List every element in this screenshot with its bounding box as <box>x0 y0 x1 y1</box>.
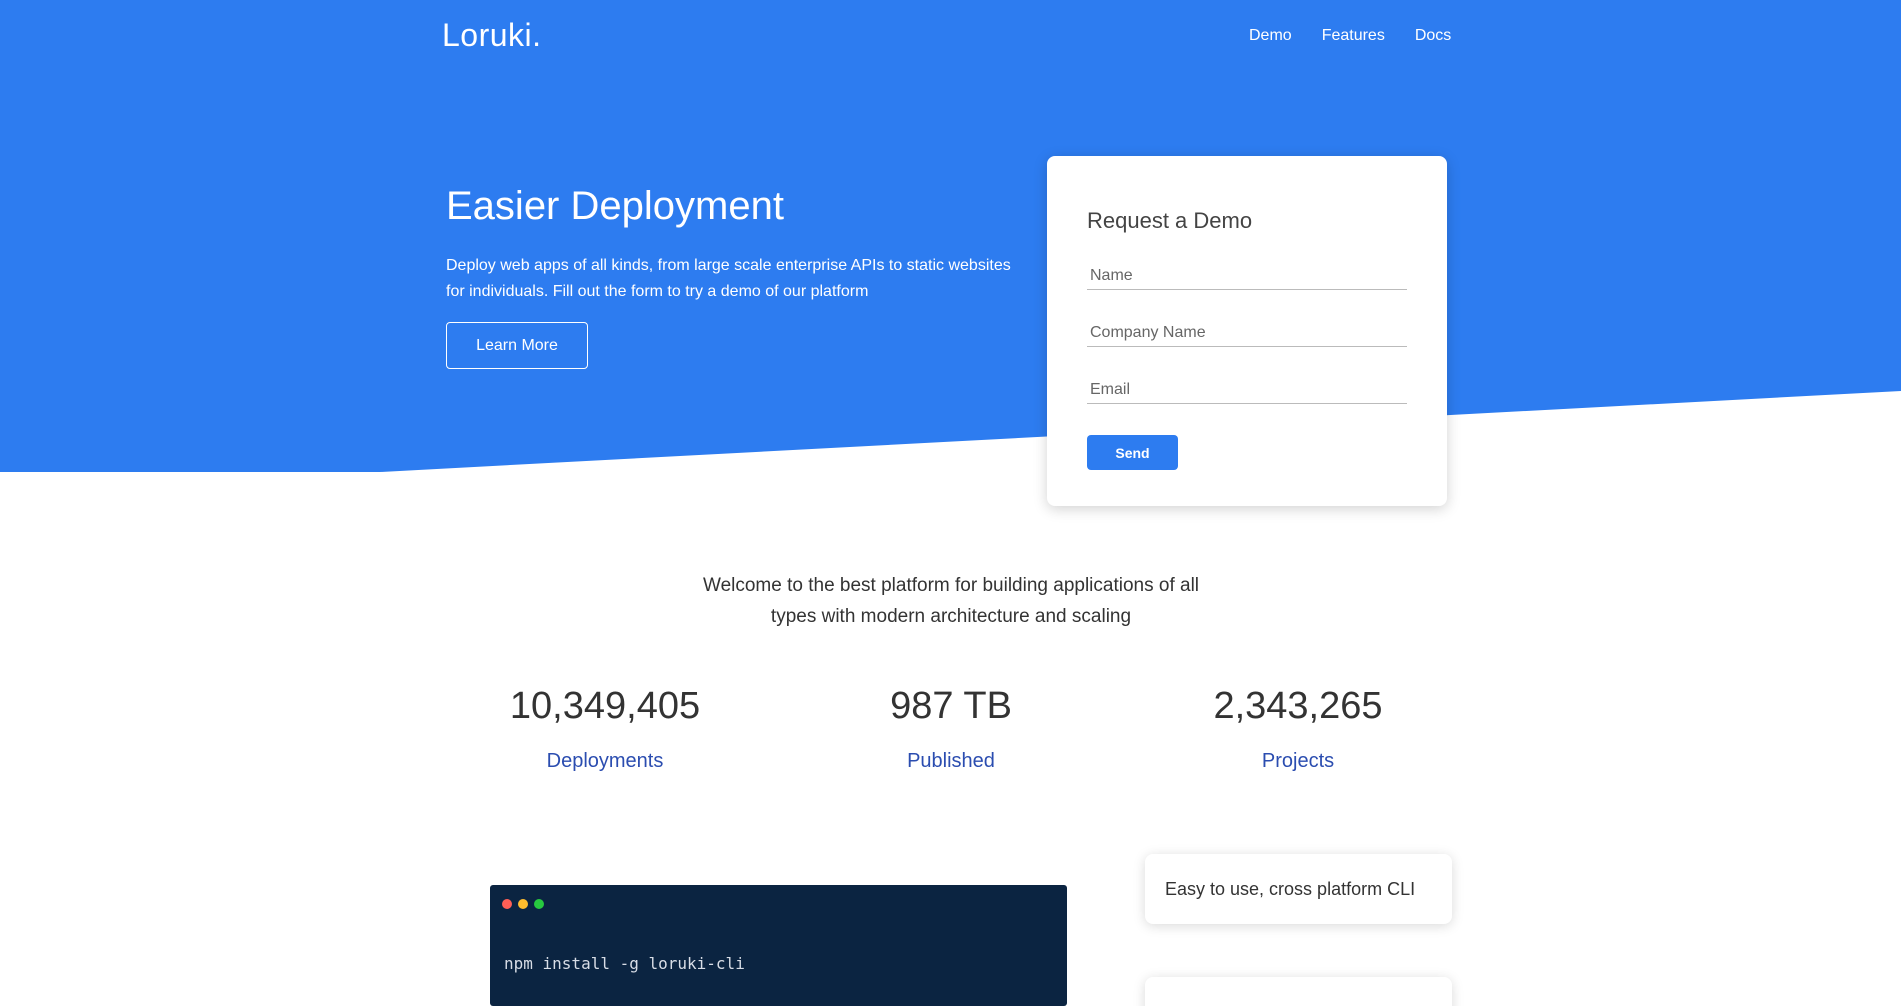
window-controls <box>502 899 544 909</box>
feature-card-cli[interactable]: Easy to use, cross platform CLI <box>1145 854 1452 924</box>
nav-link-features[interactable]: Features <box>1322 27 1385 45</box>
email-field[interactable] <box>1087 370 1407 404</box>
welcome-text: Welcome to the best platform for buildin… <box>702 575 1200 627</box>
feature-card-text: Easy to use, cross platform CLI <box>1165 879 1416 899</box>
terminal-command: npm install -g loruki-cli <box>504 954 745 973</box>
minimize-dot-icon <box>518 899 528 909</box>
stat-value: 10,349,405 <box>509 685 701 727</box>
nav-link-demo[interactable]: Demo <box>1249 27 1292 45</box>
terminal-window: npm install -g loruki-cli <box>490 885 1067 1006</box>
stat-value: 987 TB <box>890 685 1012 727</box>
stat-published: 987 TB Published <box>801 685 1101 773</box>
close-dot-icon <box>502 899 512 909</box>
name-field[interactable] <box>1087 256 1407 290</box>
hero-description: Deploy web apps of all kinds, from large… <box>446 257 1011 300</box>
learn-more-button[interactable]: Learn More <box>446 322 588 369</box>
stat-projects: 2,343,265 Projects <box>1148 685 1448 773</box>
logo[interactable]: Loruki. <box>442 17 542 54</box>
nav-links: Demo Features Docs <box>1249 27 1451 45</box>
request-demo-title: Request a Demo <box>1087 208 1253 233</box>
maximize-dot-icon <box>534 899 544 909</box>
stat-label: Projects <box>1261 750 1335 772</box>
hero-title: Easier Deployment <box>446 184 784 228</box>
stat-label: Published <box>907 750 995 772</box>
navbar: Loruki. Demo Features Docs <box>0 0 1901 74</box>
send-button[interactable]: Send <box>1087 435 1178 470</box>
stat-value: 2,343,265 <box>1213 685 1383 727</box>
stat-label: Deployments <box>546 750 664 772</box>
feature-card[interactable] <box>1145 977 1452 1006</box>
nav-link-docs[interactable]: Docs <box>1415 27 1451 45</box>
company-name-field[interactable] <box>1087 313 1407 347</box>
stat-deployments: 10,349,405 Deployments <box>455 685 755 773</box>
